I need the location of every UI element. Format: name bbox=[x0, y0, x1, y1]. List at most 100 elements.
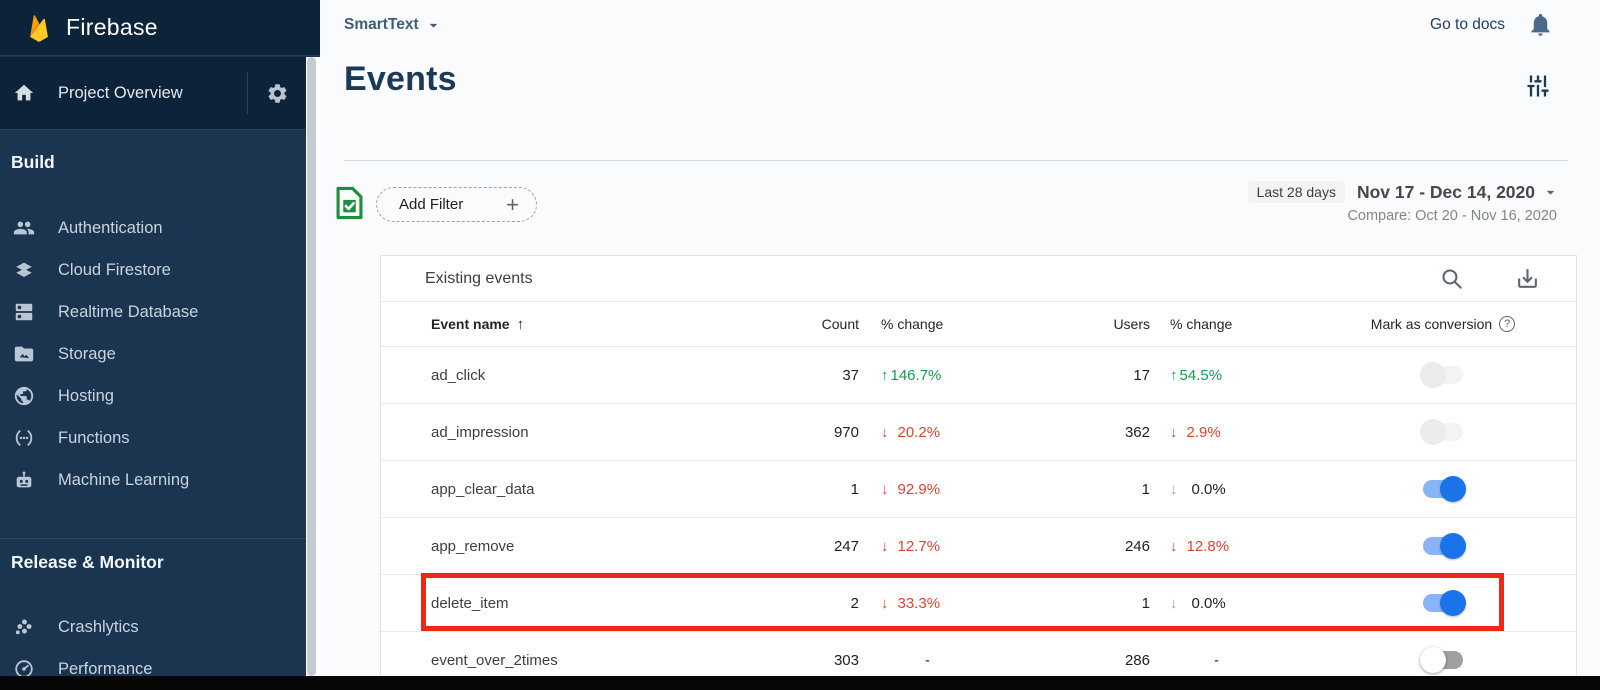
table-row[interactable]: app_clear_data 1 ↓92.9% 1 ↓0.0% bbox=[381, 461, 1576, 518]
conversion-cell bbox=[1310, 419, 1576, 445]
count-cell: 303 bbox=[771, 652, 859, 669]
date-range-label: Nov 17 - Dec 14, 2020 bbox=[1357, 182, 1535, 203]
users-cell: 362 bbox=[1030, 424, 1150, 441]
arrow-down-icon: ↓ bbox=[881, 424, 889, 441]
arrow-down-icon: ↓ bbox=[1170, 538, 1178, 555]
table-column-headers: Event name ↑ Count % change Users % chan… bbox=[381, 302, 1576, 347]
conversion-toggle[interactable] bbox=[1420, 476, 1466, 502]
column-header-mark-as-conversion: Mark as conversion bbox=[1371, 316, 1492, 332]
count-cell: 2 bbox=[771, 595, 859, 612]
table-row[interactable]: delete_item 2 ↓33.3% 1 ↓0.0% bbox=[381, 575, 1576, 632]
existing-events-card: Existing events Event name ↑ Count % cha… bbox=[380, 255, 1577, 676]
column-header-event-name[interactable]: Event name ↑ bbox=[431, 316, 771, 333]
users-change-cell: ↓2.9% bbox=[1150, 424, 1310, 441]
table-row[interactable]: app_remove 247 ↓ 12.7% 246 ↓12.8% bbox=[381, 518, 1576, 575]
sidebar: Firebase Project Overview Build Authenti… bbox=[0, 0, 320, 676]
tune-filters-icon[interactable] bbox=[1524, 72, 1552, 100]
logo-text: Firebase bbox=[66, 14, 158, 41]
column-header-users-change: % change bbox=[1150, 316, 1310, 332]
project-overview-label: Project Overview bbox=[58, 84, 247, 103]
arrow-down-icon: ↓ bbox=[1170, 595, 1178, 612]
conversion-toggle[interactable] bbox=[1420, 533, 1466, 559]
table-row[interactable]: event_over_2times 303 - 286 - bbox=[381, 632, 1576, 676]
download-icon[interactable] bbox=[1515, 266, 1540, 291]
sidebar-item-authentication[interactable]: Authentication bbox=[0, 207, 306, 249]
count-cell: 247 bbox=[771, 538, 859, 555]
sidebar-item-crashlytics[interactable]: Crashlytics bbox=[0, 606, 306, 648]
no-change-dash: - bbox=[925, 652, 930, 669]
percent-change-value: 12.7% bbox=[898, 538, 941, 555]
section-label-build: Build bbox=[11, 152, 55, 173]
count-change-cell: ↑146.7% bbox=[859, 367, 1030, 384]
sidebar-nav: Build Authentication Cloud Firestore Rea… bbox=[0, 130, 306, 676]
add-filter-button[interactable]: Add Filter + bbox=[376, 187, 537, 222]
no-change-dash: - bbox=[1214, 652, 1219, 669]
events-table-body: ad_click 37 ↑146.7% 17 ↑54.5% ad_impress… bbox=[381, 347, 1576, 676]
divider bbox=[0, 538, 306, 539]
sidebar-item-cloud-firestore[interactable]: Cloud Firestore bbox=[0, 249, 306, 291]
event-name-cell: ad_click bbox=[431, 367, 771, 384]
help-icon[interactable]: ? bbox=[1499, 316, 1515, 332]
sidebar-item-machine-learning[interactable]: Machine Learning bbox=[0, 459, 306, 501]
go-to-docs-link[interactable]: Go to docs bbox=[1430, 16, 1505, 34]
arrow-down-icon: ↓ bbox=[881, 538, 889, 555]
event-name-cell: app_remove bbox=[431, 538, 771, 555]
project-overview-row[interactable]: Project Overview bbox=[0, 57, 306, 130]
conversion-toggle[interactable] bbox=[1420, 590, 1466, 616]
project-selector[interactable]: SmartText bbox=[344, 16, 440, 34]
users-cell: 1 bbox=[1030, 481, 1150, 498]
count-change-cell: ↓33.3% bbox=[859, 595, 1030, 612]
arrow-down-icon: ↓ bbox=[881, 481, 889, 498]
firebase-logo: Firebase bbox=[0, 0, 320, 56]
conversion-cell bbox=[1310, 533, 1576, 559]
users-cell: 1 bbox=[1030, 595, 1150, 612]
functions-icon bbox=[13, 427, 35, 449]
bell-icon[interactable] bbox=[1527, 11, 1554, 38]
users-change-cell: - bbox=[1150, 652, 1310, 669]
event-name-cell: event_over_2times bbox=[431, 652, 771, 669]
date-preset-badge: Last 28 days bbox=[1248, 181, 1345, 203]
folder-icon bbox=[13, 343, 35, 365]
sidebar-item-storage[interactable]: Storage bbox=[0, 333, 306, 375]
database-icon bbox=[13, 301, 35, 323]
firestore-icon bbox=[13, 259, 35, 281]
scrollbar-thumb[interactable] bbox=[307, 57, 316, 676]
column-header-count-change: % change bbox=[859, 316, 1030, 332]
users-change-cell: ↓0.0% bbox=[1150, 481, 1310, 498]
count-cell: 37 bbox=[771, 367, 859, 384]
users-cell: 286 bbox=[1030, 652, 1150, 669]
page-title: Events bbox=[344, 60, 457, 99]
card-title: Existing events bbox=[425, 270, 533, 288]
build-nav-list: Authentication Cloud Firestore Realtime … bbox=[0, 207, 306, 501]
conversion-cell bbox=[1310, 647, 1576, 673]
sidebar-item-functions[interactable]: Functions bbox=[0, 417, 306, 459]
conversion-toggle[interactable] bbox=[1420, 362, 1466, 388]
arrow-down-icon: ↓ bbox=[881, 595, 889, 612]
event-name-cell: delete_item bbox=[431, 595, 771, 612]
table-row[interactable]: ad_impression 970 ↓20.2% 362 ↓2.9% bbox=[381, 404, 1576, 461]
search-icon[interactable] bbox=[1439, 266, 1464, 291]
crashlytics-icon bbox=[13, 616, 35, 638]
sidebar-item-realtime-database[interactable]: Realtime Database bbox=[0, 291, 306, 333]
column-header-count: Count bbox=[771, 316, 859, 332]
gear-icon[interactable] bbox=[248, 82, 306, 105]
main-content: SmartText Go to docs Events Add Filter +… bbox=[320, 0, 1600, 676]
people-icon bbox=[13, 217, 35, 239]
firebase-flame-icon bbox=[25, 12, 53, 44]
chevron-down-icon bbox=[427, 19, 440, 32]
conversion-toggle[interactable] bbox=[1420, 647, 1466, 673]
robot-icon bbox=[13, 469, 35, 491]
count-change-cell: ↓ 12.7% bbox=[859, 538, 1030, 555]
users-cell: 246 bbox=[1030, 538, 1150, 555]
home-icon bbox=[13, 82, 35, 104]
count-cell: 970 bbox=[771, 424, 859, 441]
sort-ascending-icon: ↑ bbox=[517, 316, 525, 333]
conversion-toggle[interactable] bbox=[1420, 419, 1466, 445]
table-row[interactable]: ad_click 37 ↑146.7% 17 ↑54.5% bbox=[381, 347, 1576, 404]
date-range-selector[interactable]: Nov 17 - Dec 14, 2020 bbox=[1357, 182, 1557, 203]
users-change-cell: ↓12.8% bbox=[1150, 538, 1310, 555]
chevron-down-icon bbox=[1544, 186, 1557, 199]
sidebar-item-hosting[interactable]: Hosting bbox=[0, 375, 306, 417]
arrow-up-icon: ↑ bbox=[1170, 367, 1178, 384]
plus-icon: + bbox=[506, 194, 519, 216]
